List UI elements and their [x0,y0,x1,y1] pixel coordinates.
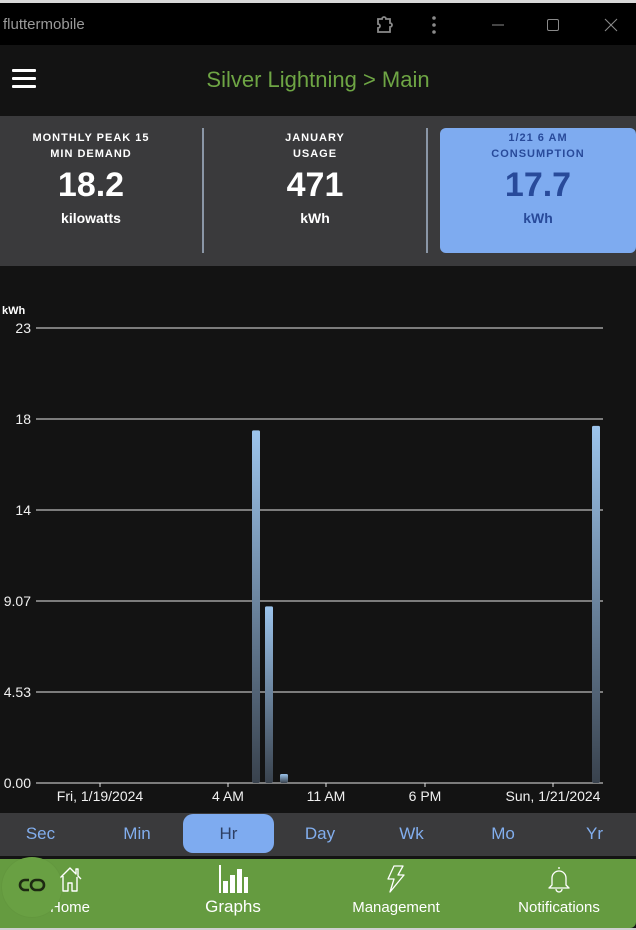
y-tick-label: 0.00 [4,775,31,791]
close-icon[interactable] [599,13,623,37]
bar-chart-icon [218,859,248,893]
nav-label: Notifications [518,899,600,916]
range-tab-sec[interactable]: Sec [0,814,86,853]
y-tick-label: 18 [15,411,31,427]
x-tick-label: Sun, 1/21/2024 [506,788,601,804]
chart-bar[interactable] [592,425,600,783]
floating-link-button[interactable] [2,857,62,917]
chart-bar[interactable] [280,773,288,783]
window-app-name: fluttermobile [3,16,85,33]
app-bar: Silver Lightning > Main [0,45,636,116]
stat-value: 17.7 [504,166,572,204]
x-tick-label: 11 AM [307,788,346,804]
stat-divider [426,128,428,253]
stats-panel: MONTHLY PEAK 15 MIN DEMAND 18.2 kilowatt… [0,116,636,266]
link-icon [17,877,47,898]
time-range-tabs: Sec Min Hr Day Wk Mo Yr [0,813,636,856]
stat-unit: kWh [300,210,330,226]
stat-label-line1: 1/21 6 AM [508,132,568,144]
lightning-icon [385,859,407,893]
chart-bar[interactable] [252,430,260,783]
more-vert-icon[interactable] [422,13,446,37]
stat-value: 471 [286,166,344,204]
stat-unit: kilowatts [61,210,121,226]
nav-label: Graphs [205,897,261,916]
stat-unit: kWh [523,210,553,226]
x-tick-label: 6 PM [409,788,442,804]
chart-bar[interactable] [265,606,273,783]
extensions-icon[interactable] [373,13,397,37]
range-tab-mo[interactable]: Mo [458,814,549,853]
nav-item-management[interactable]: Management [346,859,446,928]
nav-item-graphs[interactable]: Graphs [193,859,273,928]
y-axis-label: kWh [2,305,26,317]
range-tab-yr[interactable]: Yr [549,814,636,853]
y-tick-label: 23 [15,320,31,336]
stat-divider [202,128,204,253]
window-titlebar: fluttermobile [0,0,636,45]
maximize-icon[interactable] [541,13,565,37]
usage-chart[interactable]: kWh 0.00 4.53 9.07 14 18 23 Fri, 1/19/2024 4 A… [0,266,636,811]
x-tick-label: 4 AM [212,788,244,804]
range-tab-wk[interactable]: Wk [366,814,457,853]
page-title: Silver Lightning > Main [206,67,430,92]
app-root: fluttermobile Silver Lightning > Main MO… [0,0,636,930]
x-tick-label: Fri, 1/19/2024 [57,788,144,804]
stat-label-line1: MONTHLY PEAK 15 [32,132,150,144]
stat-card-monthly-usage: JANUARY USAGE 471 kWh [224,128,406,253]
y-tick-label: 14 [15,502,31,518]
range-tab-min[interactable]: Min [92,814,183,853]
stat-label: JANUARY USAGE [224,128,406,162]
stat-label: 1/21 6 AM CONSUMPTION [440,128,636,162]
usage-chart-svg: kWh 0.00 4.53 9.07 14 18 23 Fri, 1/19/2024 4 A… [2,305,603,804]
range-tab-day[interactable]: Day [275,814,366,853]
stat-label-line2: USAGE [292,148,338,160]
y-tick-label: 9.07 [4,593,31,609]
stat-value: 18.2 [57,166,125,204]
stat-label-line2: CONSUMPTION [491,148,585,160]
bell-icon [546,859,572,893]
bottom-navigation: Home Graphs Management Notifications [0,859,636,928]
minimize-icon[interactable] [486,13,510,37]
stat-label-line2: MIN DEMAND [50,148,132,160]
y-tick-label: 4.53 [4,684,31,700]
range-tab-hr[interactable]: Hr [183,814,274,853]
stat-label: MONTHLY PEAK 15 MIN DEMAND [0,128,182,162]
nav-item-notifications[interactable]: Notifications [509,859,609,928]
nav-label: Management [352,899,440,916]
stat-label-line1: JANUARY [285,132,345,144]
stat-card-consumption[interactable]: 1/21 6 AM CONSUMPTION 17.7 kWh [440,128,636,253]
stat-card-peak-demand: MONTHLY PEAK 15 MIN DEMAND 18.2 kilowatt… [0,128,182,253]
